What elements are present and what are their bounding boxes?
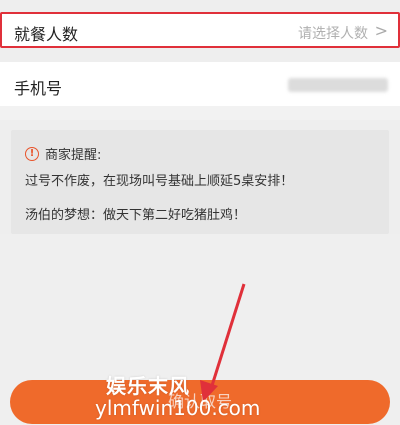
diners-count-placeholder[interactable]: 请选择人数 [298, 23, 368, 43]
notice-line-2: 汤伯的梦想：做天下第二好吃猪肚鸡！ [25, 208, 247, 223]
notice-header: ! 商家提醒: [25, 144, 101, 163]
phone-row[interactable]: 手机号 [0, 62, 400, 106]
watermark-url: ylmfwin100.com [95, 396, 261, 420]
diners-count-label: 就餐人数 [14, 25, 79, 44]
merchant-notice: ! 商家提醒: 过号不作废，在现场叫号基础上顺延5桌安排！ 汤伯的梦想：做天下第… [11, 130, 389, 234]
notice-line-1: 过号不作废，在现场叫号基础上顺延5桌安排！ [25, 174, 294, 189]
chevron-right-icon: > [374, 21, 388, 40]
phone-value-redacted [288, 78, 388, 92]
phone-label: 手机号 [14, 79, 63, 98]
notice-title: 商家提醒: [45, 148, 102, 163]
diners-count-row[interactable]: 就餐人数 请选择人数 > [0, 12, 400, 48]
section-divider [0, 106, 400, 120]
warning-icon: ! [25, 146, 39, 161]
watermark-text: 娱乐末风 [106, 374, 190, 398]
